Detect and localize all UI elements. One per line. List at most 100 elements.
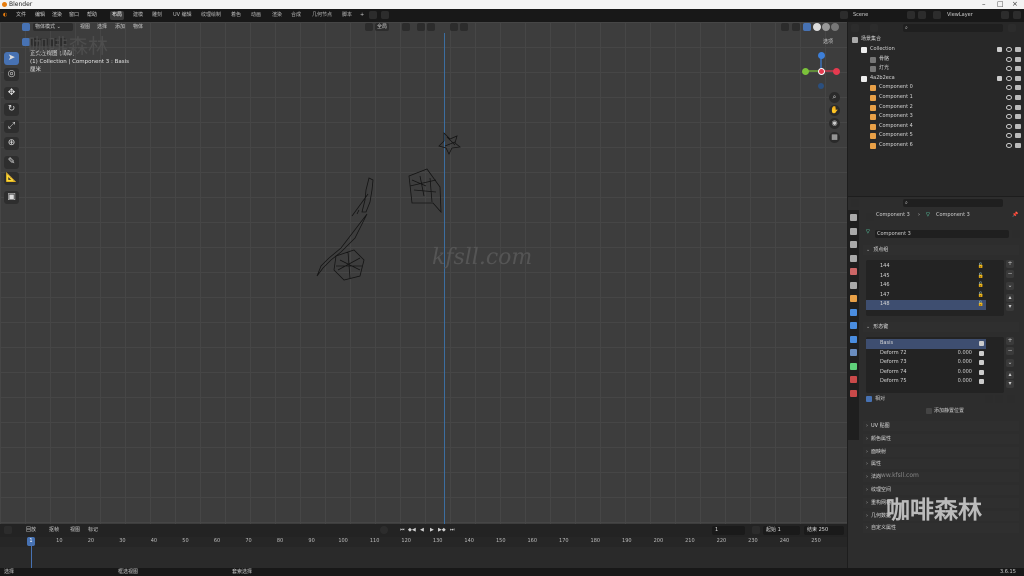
mesh-name-field[interactable]: Component 3: [875, 230, 1009, 238]
workspace-tab[interactable]: 脚本: [340, 11, 354, 20]
ortho-toggle-icon[interactable]: ▦: [829, 132, 840, 143]
shape-key-mute-checkbox[interactable]: [979, 341, 984, 346]
shape-key-up-button[interactable]: ▴: [1006, 371, 1014, 379]
gizmo-x-icon[interactable]: [833, 68, 840, 75]
properties-tab-icon[interactable]: [850, 214, 857, 221]
properties-tab-icon[interactable]: [850, 322, 857, 329]
minimize-icon[interactable]: –: [982, 0, 986, 9]
properties-tab-icon[interactable]: [850, 281, 857, 289]
menu-window[interactable]: 窗口: [69, 9, 79, 22]
scene-icon[interactable]: [840, 11, 848, 19]
3d-viewport[interactable]: [0, 22, 847, 524]
menu-render[interactable]: 渲染: [52, 9, 62, 22]
delete-scene-icon[interactable]: [918, 11, 926, 19]
properties-section[interactable]: UV 贴图: [863, 421, 1019, 431]
menu-help[interactable]: 帮助: [87, 9, 97, 22]
clear-shape-key-icon[interactable]: [1007, 395, 1015, 403]
render-camera-icon[interactable]: [1015, 56, 1021, 62]
properties-tab-icon[interactable]: [850, 349, 857, 356]
outliner-editor-type-icon[interactable]: [851, 24, 859, 32]
vertex-group-item[interactable]: 145 🔓: [866, 272, 986, 282]
workspace-tab[interactable]: 布局: [110, 11, 125, 20]
blender-menu-icon[interactable]: ◐: [3, 9, 7, 22]
add-workspace-icon[interactable]: +: [360, 9, 364, 22]
add-shape-key-button[interactable]: +: [1006, 337, 1014, 345]
vertex-groups-section[interactable]: 顶点组: [863, 245, 1019, 255]
workspace-tab[interactable]: 动画: [249, 11, 263, 20]
outliner-row[interactable]: Component 0: [848, 83, 1024, 93]
visibility-eye-icon[interactable]: [1006, 114, 1012, 120]
properties-tab-icon[interactable]: [850, 362, 857, 370]
measure-tool-icon[interactable]: 📐: [4, 172, 19, 185]
visibility-eye-icon[interactable]: [1006, 66, 1012, 72]
workspace-icon[interactable]: [381, 11, 389, 19]
shape-key-item[interactable]: Deform 75 0.000: [866, 377, 986, 387]
vertex-groups-list[interactable]: 144 🔓 145 🔓 146 🔓 147 🔓 148 🔓: [866, 260, 1004, 316]
gizmo-y-icon[interactable]: [802, 68, 809, 75]
remove-vertex-group-button[interactable]: −: [1006, 270, 1014, 278]
shape-key-item[interactable]: Deform 73 0.000: [866, 358, 986, 368]
close-icon[interactable]: ×: [1012, 0, 1018, 9]
properties-tab-icon[interactable]: [850, 389, 857, 397]
gizmo-neg-z-icon[interactable]: [818, 83, 824, 89]
shape-key-value[interactable]: 0.000: [958, 349, 972, 359]
workspace-tab[interactable]: 着色: [229, 11, 243, 20]
render-camera-icon[interactable]: [1015, 85, 1021, 91]
workspace-tab[interactable]: 雕刻: [150, 11, 164, 20]
shape-key-mute-checkbox[interactable]: [979, 369, 984, 375]
outliner-row[interactable]: Component 3: [848, 112, 1024, 122]
properties-tab-icon[interactable]: [850, 308, 857, 316]
render-camera-icon[interactable]: [1015, 95, 1021, 100]
workspace-tab[interactable]: 几何节点: [310, 11, 334, 20]
record-icon[interactable]: [380, 526, 388, 534]
rotate-tool-icon[interactable]: ↻: [4, 103, 19, 116]
render-camera-icon[interactable]: [1015, 133, 1021, 139]
visibility-eye-icon[interactable]: [1006, 56, 1012, 62]
playhead[interactable]: 1: [27, 537, 35, 546]
timeline-menu-marker[interactable]: 标记: [88, 524, 98, 537]
fake-user-icon[interactable]: [1012, 230, 1020, 238]
remove-shape-key-button[interactable]: −: [1006, 347, 1014, 355]
shape-key-value[interactable]: 0.000: [958, 358, 972, 368]
workspace-tab[interactable]: 纹理绘制: [199, 11, 223, 20]
workspace-tab[interactable]: 渲染: [270, 11, 284, 20]
outliner-row-root[interactable]: 场景集合: [848, 35, 1024, 45]
vertex-group-item[interactable]: 146 🔓: [866, 281, 986, 291]
filter-icon[interactable]: [1008, 24, 1016, 32]
lock-icon[interactable]: 🔓: [978, 281, 984, 291]
shading-wireframe-icon[interactable]: [813, 23, 821, 31]
shape-key-item[interactable]: Deform 74 0.000: [866, 368, 986, 378]
scale-tool-icon[interactable]: ⤢: [4, 120, 19, 133]
new-scene-icon[interactable]: [907, 11, 915, 19]
end-frame-field[interactable]: 结束 250: [804, 526, 844, 535]
outliner-row[interactable]: Component 6: [848, 141, 1024, 151]
exclude-checkbox[interactable]: [997, 47, 1002, 52]
visibility-eye-icon[interactable]: [1006, 104, 1012, 110]
relative-checkbox[interactable]: [866, 396, 872, 402]
shape-keys-section[interactable]: 形态键: [863, 322, 1019, 332]
add-cube-tool-icon[interactable]: ▣: [4, 191, 19, 204]
transform-orientation-icon[interactable]: [365, 23, 373, 31]
maximize-icon[interactable]: □: [997, 0, 1004, 9]
annotate-tool-icon[interactable]: ✎: [4, 156, 19, 169]
properties-editor-type-icon[interactable]: [851, 199, 859, 207]
pivot-icon[interactable]: [402, 23, 410, 31]
visibility-eye-icon[interactable]: [1006, 123, 1012, 129]
cursor-tool-icon[interactable]: ◎: [4, 68, 19, 81]
properties-tab-icon[interactable]: [850, 295, 857, 302]
outliner-row[interactable]: 骨骼: [848, 55, 1024, 65]
render-camera-icon[interactable]: [1015, 66, 1021, 72]
menu-edit[interactable]: 编辑: [35, 9, 45, 22]
shape-key-item[interactable]: Deform 72 0.000: [866, 349, 986, 359]
preview-range-icon[interactable]: [752, 526, 760, 534]
shape-key-menu-button[interactable]: ⌄: [1006, 359, 1014, 367]
visibility-eye-icon[interactable]: [1006, 85, 1012, 91]
gizmo-z-icon[interactable]: [818, 52, 825, 59]
timeline-ruler[interactable]: 1102030405060708090100110120130140150160…: [0, 537, 847, 547]
visibility-eye-icon[interactable]: [1006, 47, 1012, 52]
shape-key-down-button[interactable]: ▾: [1006, 380, 1014, 388]
options-dropdown[interactable]: 选项: [823, 37, 833, 48]
transform-orientation-dropdown[interactable]: 全局: [375, 23, 390, 31]
render-camera-icon[interactable]: [1015, 75, 1021, 81]
proportional-falloff-icon[interactable]: [460, 23, 468, 31]
